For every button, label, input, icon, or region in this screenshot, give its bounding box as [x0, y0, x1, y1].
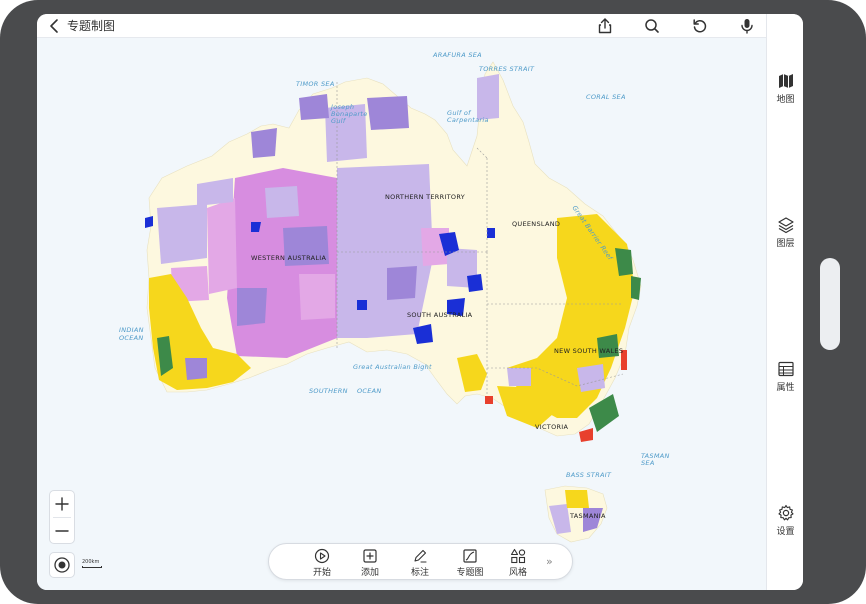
toolbar-start-button[interactable]: 开始 [305, 548, 339, 578]
toolbar-style-button[interactable]: 风格 [501, 548, 535, 578]
pencil-icon [414, 549, 427, 563]
region-label-queensland: QUEENSLAND [512, 220, 561, 228]
toolbar-style-label: 风格 [508, 568, 527, 578]
locate-icon [54, 557, 70, 573]
thematic-map-icon [463, 549, 477, 563]
bottom-toolbar: 开始 添加 标注 专题图 风格 » [268, 543, 573, 580]
zoom-control [49, 490, 75, 544]
sea-label-carpentaria: Gulf of Carpentaria [447, 109, 489, 124]
panel-attributes-label: 属性 [776, 383, 795, 393]
attributes-table-icon [777, 361, 794, 377]
app-screen: 专题制图 ARAFURA SEA TORRES STRAIT TIMOR SEA… [37, 14, 803, 590]
region-label-tasmania: TASMANIA [570, 512, 606, 520]
sea-label-great-australian-bight: Great Australian Bight [353, 363, 432, 371]
sea-label-coral: CORAL SEA [586, 93, 626, 101]
region-label-victoria: VICTORIA [535, 423, 569, 431]
panel-map-label: 地图 [776, 95, 795, 105]
gear-icon [777, 504, 794, 521]
right-panel: 地图 图层 属性 设置 [766, 14, 803, 590]
region-label-northern-territory: NORTHERN TERRITORY [385, 193, 466, 201]
panel-settings-button[interactable]: 设置 [767, 504, 803, 544]
panel-settings-label: 设置 [776, 527, 795, 537]
toolbar-add-button[interactable]: 添加 [353, 548, 387, 578]
microphone-icon[interactable] [738, 17, 756, 35]
sea-label-joseph-bonaparte: Joseph Bonaparte Gulf [331, 103, 368, 125]
australia-land-use-map [145, 61, 642, 543]
share-icon[interactable] [596, 17, 614, 35]
panel-layers-button[interactable]: 图层 [767, 216, 803, 256]
sea-label-southern-1: SOUTHERN [309, 387, 348, 395]
plus-icon [55, 497, 69, 511]
sea-label-tasman-2: SEA [641, 459, 655, 467]
toolbar-annotate-label: 标注 [410, 568, 429, 578]
region-label-south-australia: SOUTH AUSTRALIA [407, 311, 473, 319]
tablet-side-button [820, 258, 840, 350]
map-canvas[interactable]: ARAFURA SEA TORRES STRAIT TIMOR SEA CORA… [37, 38, 766, 590]
toolbar-add-label: 添加 [360, 568, 379, 578]
toolbar-annotate-button[interactable]: 标注 [403, 548, 437, 578]
panel-map-button[interactable]: 地图 [767, 72, 803, 112]
play-icon [314, 548, 330, 564]
search-icon[interactable] [643, 17, 661, 35]
region-label-new-south-wales: NEW SOUTH WALES [554, 347, 624, 355]
zoom-in-button[interactable] [50, 491, 74, 517]
toolbar-thematic-map-label: 专题图 [456, 568, 484, 578]
back-icon[interactable] [47, 17, 63, 35]
sea-label-arafura: ARAFURA SEA [433, 51, 482, 59]
scale-line [82, 566, 102, 568]
tablet-frame: 专题制图 ARAFURA SEA TORRES STRAIT TIMOR SEA… [0, 0, 866, 604]
sea-label-bass-strait: BASS STRAIT [566, 471, 612, 479]
style-shapes-icon [510, 548, 526, 564]
minus-icon [55, 530, 69, 532]
top-bar: 专题制图 [37, 14, 766, 38]
sea-label-torres: TORRES STRAIT [479, 65, 535, 73]
panel-attributes-button[interactable]: 属性 [767, 360, 803, 400]
scale-bar: 200km [82, 559, 104, 569]
add-square-icon [363, 549, 377, 563]
layers-icon [777, 217, 794, 234]
zoom-out-button[interactable] [50, 518, 74, 544]
toolbar-thematic-map-button[interactable]: 专题图 [452, 548, 488, 578]
toolbar-start-label: 开始 [312, 568, 331, 578]
panel-layers-label: 图层 [776, 239, 795, 249]
sea-label-indian-1: INDIAN [119, 326, 144, 334]
sea-label-timor: TIMOR SEA [296, 80, 335, 88]
sea-label-southern-2: OCEAN [357, 387, 382, 395]
scale-label: 200km [82, 559, 100, 565]
region-label-western-australia: WESTERN AUSTRALIA [251, 254, 327, 262]
locate-button[interactable] [49, 552, 75, 578]
sea-label-indian-2: OCEAN [119, 334, 144, 342]
map-icon [778, 74, 793, 88]
toolbar-more-button[interactable]: » [546, 555, 553, 568]
page-title: 专题制图 [67, 19, 116, 33]
refresh-icon[interactable] [691, 17, 709, 35]
